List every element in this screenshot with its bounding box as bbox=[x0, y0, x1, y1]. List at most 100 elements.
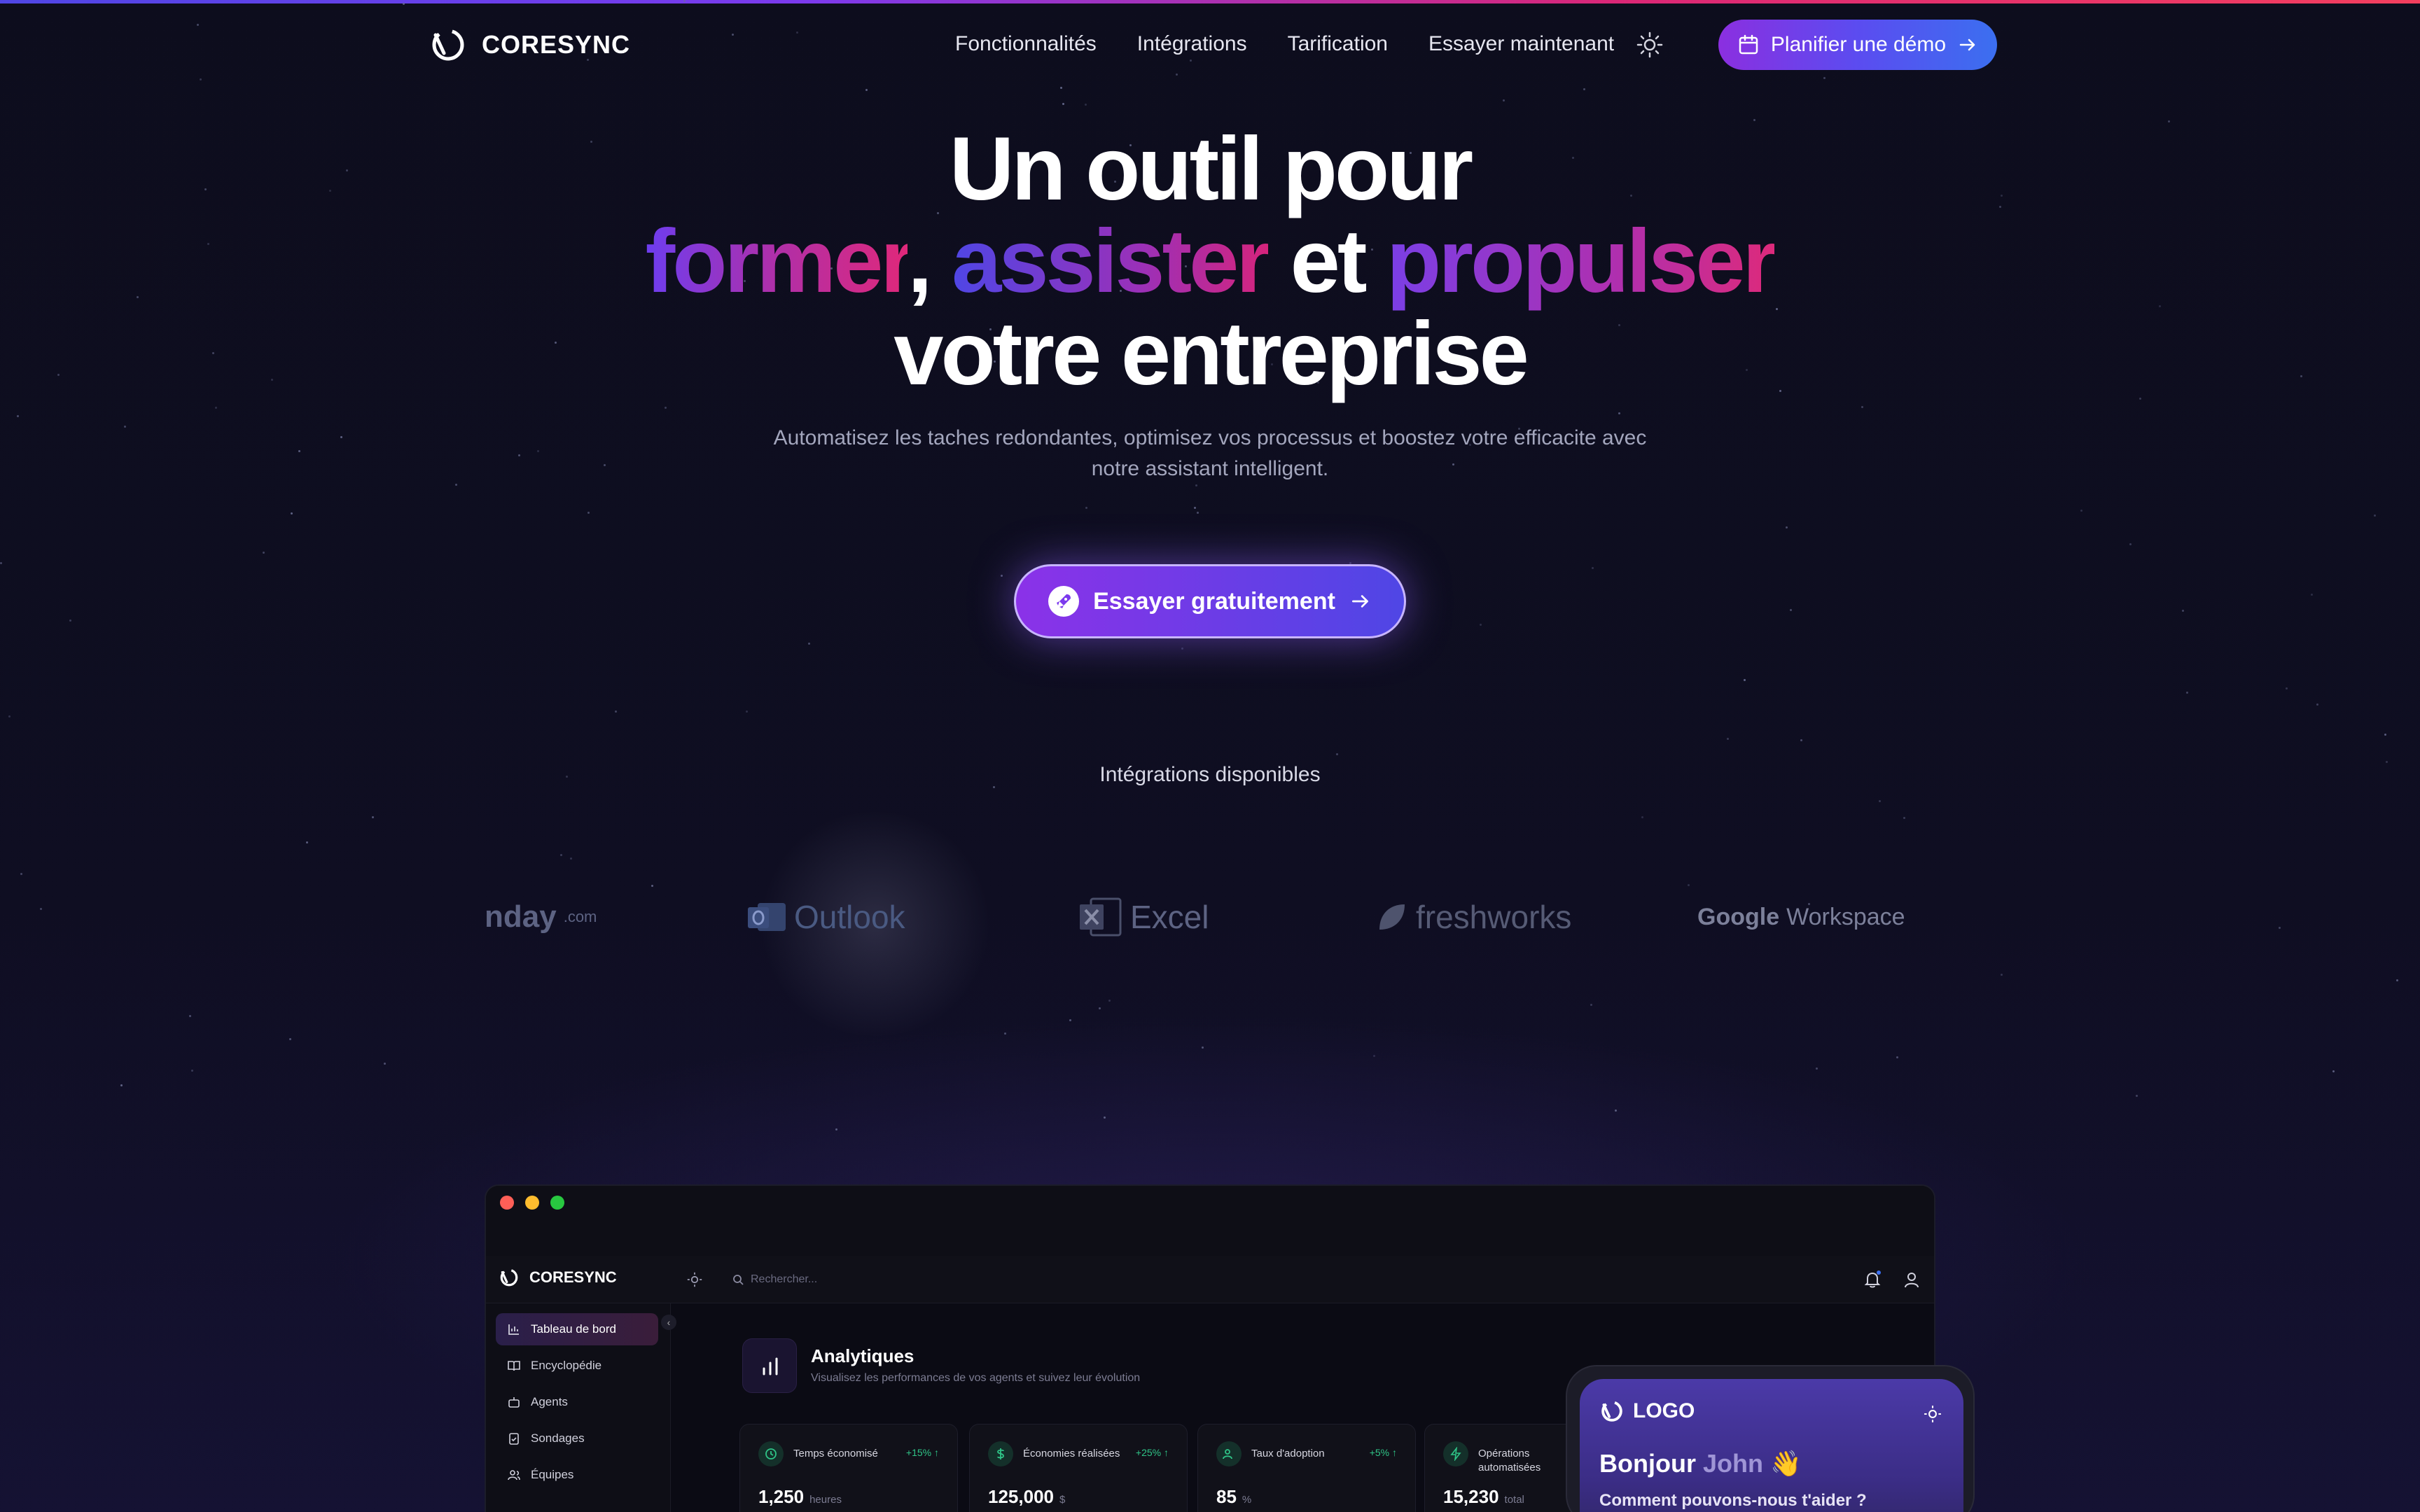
coresync-logo-icon bbox=[1601, 1401, 1622, 1422]
app-header: CORESYNC Rechercher... bbox=[486, 1256, 1934, 1303]
star-dot bbox=[835, 1128, 837, 1130]
star-dot bbox=[291, 512, 293, 514]
sidebar-item-surveys[interactable]: Sondages bbox=[496, 1422, 658, 1455]
star-dot bbox=[746, 710, 748, 713]
stat-value: 1,250 heures bbox=[758, 1486, 842, 1508]
star-dot bbox=[2129, 543, 2132, 545]
star-dot bbox=[665, 407, 667, 409]
close-dot[interactable] bbox=[500, 1196, 514, 1210]
stat-card-time-saved: Temps économisé +15% ↑ 1,250 heures bbox=[739, 1424, 958, 1512]
star-dot bbox=[1197, 512, 1199, 514]
star-dot bbox=[20, 873, 22, 875]
star-dot bbox=[615, 710, 617, 713]
star-dot bbox=[1195, 484, 1197, 486]
nav-link-fonctionnalites[interactable]: Fonctionnalités bbox=[955, 32, 1097, 56]
star-dot bbox=[1202, 1046, 1204, 1049]
star-dot bbox=[1590, 1004, 1592, 1006]
hero-subtitle: Automatisez les taches redondantes, opti… bbox=[773, 426, 1647, 480]
try-free-label: Essayer gratuitement bbox=[1093, 587, 1335, 615]
nav-link-integrations[interactable]: Intégrations bbox=[1137, 32, 1247, 56]
star-dot bbox=[1903, 817, 1905, 819]
excel-logo: Excel bbox=[1078, 889, 1209, 945]
stat-delta: +25% ↑ bbox=[1135, 1447, 1169, 1458]
sidebar-item-teams[interactable]: Équipes bbox=[496, 1459, 658, 1491]
maximize-dot[interactable] bbox=[550, 1196, 564, 1210]
app-brand[interactable]: CORESYNC bbox=[499, 1267, 617, 1288]
stat-value: 125,000 $ bbox=[988, 1486, 1065, 1508]
book-icon bbox=[508, 1361, 520, 1371]
nav-links: Fonctionnalités Intégrations Tarificatio… bbox=[955, 32, 1614, 56]
star-dot bbox=[1786, 526, 1788, 528]
sidebar-item-encyclopedia[interactable]: Encyclopédie bbox=[496, 1350, 658, 1382]
schedule-demo-button[interactable]: Planifier une démo bbox=[1718, 20, 1997, 70]
star-dot bbox=[1583, 88, 1585, 90]
sun-icon[interactable] bbox=[686, 1271, 703, 1288]
stat-number: 1,250 bbox=[758, 1486, 805, 1507]
star-dot bbox=[2186, 692, 2188, 694]
star-dot bbox=[2311, 594, 2313, 596]
star-dot bbox=[865, 89, 868, 91]
sun-icon[interactable] bbox=[1636, 31, 1664, 59]
star-dot bbox=[1503, 99, 1505, 102]
bot-icon bbox=[508, 1397, 520, 1408]
stat-delta: +5% ↑ bbox=[1369, 1447, 1397, 1458]
chat-widget[interactable]: LOGO Bonjour John 👋 Comment pouvons-nous… bbox=[1566, 1365, 1975, 1512]
star-dot bbox=[263, 552, 265, 554]
analytics-icon bbox=[742, 1338, 797, 1393]
freshworks-logo: freshworks bbox=[1375, 889, 1571, 945]
stat-unit: $ bbox=[1059, 1494, 1066, 1506]
bell-icon[interactable] bbox=[1863, 1270, 1882, 1289]
nav-link-tarification[interactable]: Tarification bbox=[1288, 32, 1388, 56]
sun-icon[interactable] bbox=[1923, 1404, 1942, 1424]
star-dot bbox=[8, 715, 11, 718]
star-dot bbox=[1753, 119, 1755, 121]
star-dot bbox=[200, 78, 202, 80]
star-dot bbox=[289, 1038, 291, 1040]
excel-logo-text: Excel bbox=[1130, 899, 1209, 935]
app-brand-name: CORESYNC bbox=[529, 1268, 617, 1286]
brand-logo[interactable]: CORESYNC bbox=[429, 25, 630, 64]
chat-greeting-word: Bonjour bbox=[1599, 1449, 1696, 1478]
minimize-dot[interactable] bbox=[525, 1196, 539, 1210]
nav-link-essayer[interactable]: Essayer maintenant bbox=[1428, 32, 1614, 56]
excel-icon bbox=[1080, 897, 1122, 937]
stat-label: Temps économisé bbox=[793, 1448, 878, 1460]
star-dot bbox=[372, 816, 374, 818]
star-dot bbox=[0, 562, 2, 564]
star-dot bbox=[1800, 739, 1802, 741]
chat-logo: LOGO bbox=[1599, 1399, 1695, 1424]
coresync-logo-icon bbox=[500, 1268, 518, 1287]
hero-word-former: former bbox=[645, 211, 910, 312]
stat-unit: total bbox=[1504, 1494, 1524, 1506]
star-dot bbox=[69, 620, 71, 622]
integrations-logos: nday .com Outlook Excel freshworks Google… bbox=[476, 889, 1947, 959]
star-dot bbox=[1181, 648, 1183, 650]
arrow-right-icon bbox=[1959, 38, 1975, 51]
users-icon bbox=[1216, 1441, 1242, 1466]
star-dot bbox=[124, 426, 126, 428]
collapse-sidebar-button[interactable]: ‹ bbox=[661, 1315, 676, 1330]
hero-title: Un outil pour former, assister et propul… bbox=[0, 123, 2420, 400]
freshworks-logo-text: freshworks bbox=[1416, 899, 1572, 935]
user-icon[interactable] bbox=[1902, 1270, 1921, 1289]
star-dot bbox=[1104, 1116, 1106, 1119]
star-dot bbox=[1060, 87, 1062, 89]
star-dot bbox=[340, 436, 342, 438]
app-search-input[interactable]: Rechercher... bbox=[724, 1266, 948, 1294]
star-dot bbox=[1744, 679, 1746, 681]
sidebar-item-dashboard[interactable]: Tableau de bord bbox=[496, 1313, 658, 1345]
bar-chart-icon bbox=[508, 1324, 519, 1335]
try-free-button[interactable]: Essayer gratuitement bbox=[1014, 564, 1406, 638]
chat-greeting: Bonjour John 👋 bbox=[1599, 1449, 1802, 1478]
star-dot bbox=[1336, 753, 1338, 755]
star-dot bbox=[1373, 1055, 1375, 1057]
star-dot bbox=[2286, 687, 2288, 690]
star-dot bbox=[306, 841, 308, 844]
arrow-right-icon bbox=[1351, 595, 1368, 608]
hero-comma: , bbox=[908, 211, 933, 312]
sidebar-item-agents[interactable]: Agents bbox=[496, 1386, 658, 1418]
rocket-icon bbox=[1048, 586, 1080, 617]
star-dot bbox=[17, 415, 19, 417]
hero-line-3: votre entreprise bbox=[893, 304, 1529, 404]
star-dot bbox=[2136, 1095, 2138, 1097]
